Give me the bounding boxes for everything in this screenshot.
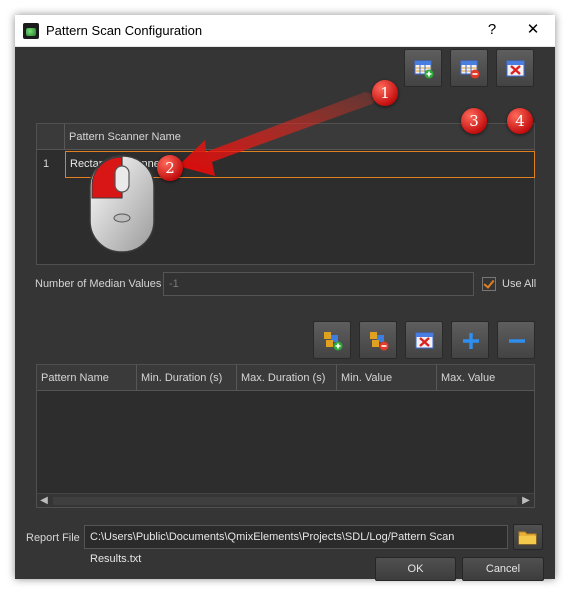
use-all-label: Use All [502, 278, 537, 290]
add-pattern-button[interactable] [313, 321, 351, 359]
clear-patterns-button[interactable] [405, 321, 443, 359]
ok-button[interactable]: OK [375, 557, 456, 581]
cancel-button[interactable]: Cancel [462, 557, 544, 581]
callout-badge-4: 4 [507, 108, 533, 134]
horizontal-scrollbar[interactable]: ◀ ▶ [37, 493, 534, 507]
help-button[interactable]: ? [481, 19, 503, 41]
callout-badge-3: 3 [461, 108, 487, 134]
min-value-header[interactable]: Min. Value [337, 365, 437, 391]
median-values-input[interactable]: -1 [163, 272, 474, 296]
clear-scanners-icon [506, 60, 525, 77]
window-title: Pattern Scan Configuration [46, 23, 203, 38]
callout-badge-1: 1 [372, 80, 398, 106]
max-value-header[interactable]: Max. Value [437, 365, 534, 391]
scroll-right-icon[interactable]: ▶ [519, 494, 533, 507]
dialog-window: Pattern Scan Configuration ? ✕ Pattern S… [15, 15, 555, 581]
add-scanner-icon [414, 60, 434, 79]
browse-folder-button[interactable] [513, 524, 543, 550]
min-duration-header[interactable]: Min. Duration (s) [137, 365, 237, 391]
use-all-checkbox[interactable] [482, 277, 496, 291]
remove-row-button[interactable] [497, 321, 535, 359]
remove-pattern-icon [370, 332, 389, 351]
close-button[interactable]: ✕ [520, 19, 546, 41]
scanner-name-cell[interactable]: Rectangle Scanner [65, 151, 535, 178]
add-scanner-button[interactable] [404, 49, 442, 87]
pattern-table: Pattern Name Min. Duration (s) Max. Dura… [36, 364, 535, 508]
scanner-table: Pattern Scanner Name 1 Rectangle Scanner [36, 123, 535, 265]
clear-patterns-icon [415, 332, 434, 349]
scroll-left-icon[interactable]: ◀ [37, 494, 51, 507]
remove-scanner-button[interactable] [450, 49, 488, 87]
app-icon [23, 23, 39, 39]
report-file-input[interactable]: C:\Users\Public\Documents\QmixElements\P… [84, 525, 508, 565]
folder-icon [518, 531, 537, 545]
minus-icon [509, 339, 525, 343]
add-pattern-icon [324, 332, 343, 351]
add-row-button[interactable] [451, 321, 489, 359]
max-duration-header[interactable]: Max. Duration (s) [237, 365, 337, 391]
scroll-track[interactable] [53, 497, 517, 505]
callout-badge-2: 2 [157, 155, 183, 181]
plus-icon [463, 333, 479, 349]
row-number: 1 [43, 158, 50, 170]
remove-pattern-button[interactable] [359, 321, 397, 359]
title-bar: Pattern Scan Configuration ? ✕ [15, 15, 555, 47]
clear-scanners-button[interactable] [496, 49, 534, 87]
row-number-header [37, 124, 65, 150]
report-file-label: Report File [26, 532, 80, 544]
median-values-label: Number of Median Values [35, 278, 162, 290]
pattern-name-header[interactable]: Pattern Name [37, 365, 137, 391]
remove-scanner-icon [460, 60, 480, 79]
